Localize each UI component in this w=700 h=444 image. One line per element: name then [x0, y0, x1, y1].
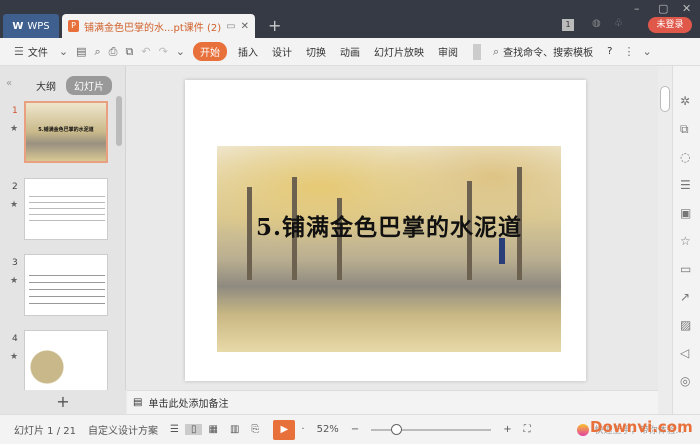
settings-sliders-icon[interactable]: ☰	[680, 178, 691, 192]
image-icon[interactable]: ▨	[680, 318, 691, 332]
close-tab-icon[interactable]: ✕	[241, 21, 249, 32]
undo-icon[interactable]: ↶	[137, 45, 154, 58]
window-count-badge[interactable]: 1	[562, 19, 574, 31]
panel-scrollbar[interactable]	[116, 96, 122, 146]
minimize-icon[interactable]: –	[634, 2, 640, 15]
presenter-view-icon[interactable]: ⎘	[245, 424, 265, 435]
wps-home-tab[interactable]: W WPS	[3, 14, 59, 38]
scrollbar-thumb[interactable]	[660, 86, 670, 112]
shapes-icon[interactable]: ◌	[680, 150, 690, 164]
play-slideshow-button[interactable]: ▶	[273, 419, 296, 440]
tab-overflow[interactable]	[473, 43, 481, 60]
search-icon[interactable]: ⌕	[489, 45, 503, 59]
star-icon: ★	[10, 276, 19, 286]
slide-image[interactable]: 5.铺满金色巴掌的水泥道	[217, 146, 561, 352]
document-tab-label: 铺满金色巴掌的水...pt课件 (2)	[84, 22, 222, 34]
zoom-out-icon[interactable]: −	[345, 424, 365, 435]
tab-design[interactable]: 设计	[265, 44, 299, 59]
picture-frame-icon[interactable]: ▣	[680, 206, 691, 220]
document-tab[interactable]: P 铺满金色巴掌的水...pt课件 (2) ▭ ✕	[62, 14, 255, 38]
notes-toggle-icon[interactable]: ☰	[164, 424, 185, 435]
search-command[interactable]: 查找命令、搜索模板	[503, 44, 600, 59]
tab-transition[interactable]: 切换	[299, 44, 333, 59]
slide-number: 2	[12, 182, 18, 192]
format-painter-icon[interactable]: ⌕	[91, 45, 105, 59]
file-menu[interactable]: 文件	[28, 44, 55, 59]
play-options-icon[interactable]: ·	[295, 424, 310, 435]
share-icon[interactable]: ↗	[680, 290, 690, 304]
slide-number: 4	[12, 334, 18, 344]
notes-placeholder[interactable]: 单击此处添加备注	[148, 395, 228, 410]
slide-thumbnail-2[interactable]	[24, 178, 108, 240]
maximize-icon[interactable]: ▢	[658, 2, 668, 15]
slide-title[interactable]: 5.铺满金色巴掌的水泥道	[217, 208, 561, 242]
new-tab-button[interactable]: +	[268, 16, 281, 35]
help-button[interactable]: ?	[600, 46, 619, 57]
more-icon[interactable]: ⌄	[172, 45, 189, 58]
slide-number: 3	[12, 258, 18, 268]
star-icon[interactable]: ☆	[680, 234, 691, 248]
fit-window-icon[interactable]: ⛶	[518, 424, 537, 435]
toolbar: ☰ 文件 ⌄ ▤ ⌕ ⎙ ⧉ ↶ ↷ ⌄ 开始 插入 设计 切换 动画 幻灯片放…	[0, 38, 700, 66]
print-preview-icon[interactable]: ⧉	[121, 45, 137, 59]
login-button[interactable]: 未登录	[648, 17, 692, 33]
pin-icon[interactable]: ▭	[226, 21, 235, 32]
redo-icon[interactable]: ↷	[155, 45, 172, 58]
vertical-scrollbar[interactable]	[658, 66, 672, 414]
star-icon: ★	[10, 200, 19, 210]
sorter-view-icon[interactable]: ▦	[202, 424, 223, 435]
tab-outline[interactable]: 大纲	[36, 78, 56, 93]
skin-icon[interactable]: ◍	[592, 18, 601, 29]
tab-review[interactable]: 审阅	[431, 44, 465, 59]
thumbnail-title: 5.铺满金色巴掌的水泥道	[38, 127, 94, 133]
watermark: Downvi.com	[590, 418, 693, 436]
magic-icon[interactable]: ✲	[680, 94, 690, 108]
tab-slideshow[interactable]: 幻灯片放映	[367, 44, 431, 59]
slide-number: 1	[12, 106, 18, 116]
zoom-level[interactable]: 52%	[311, 424, 345, 435]
notes-bar[interactable]: ▤ 单击此处添加备注	[127, 390, 658, 414]
wps-logo-icon: W	[12, 20, 24, 32]
more-options-icon[interactable]: ⋮	[619, 45, 638, 58]
slide-position: 幻灯片 1 / 21	[14, 426, 76, 437]
layout-icon[interactable]: ⧉	[680, 122, 689, 137]
wps-label: WPS	[27, 20, 50, 32]
tab-insert[interactable]: 插入	[231, 44, 265, 59]
slide-panel: « 大纲 幻灯片 1 ★ 5.铺满金色巴掌的水泥道 2 ★ 3 ★ 4 ★	[0, 66, 126, 392]
slide-thumbnail-1[interactable]: 5.铺满金色巴掌的水泥道	[24, 101, 108, 163]
speaker-icon[interactable]: ◁	[680, 346, 689, 360]
ppt-file-icon: P	[68, 20, 79, 32]
slide-thumbnail-4[interactable]	[24, 330, 108, 392]
tab-start[interactable]: 开始	[193, 42, 227, 61]
help-circle-icon[interactable]: ◎	[680, 374, 690, 388]
tab-slides[interactable]: 幻灯片	[66, 76, 112, 95]
chevron-down-icon[interactable]: ⌄	[55, 45, 72, 58]
star-icon: ★	[10, 124, 19, 134]
reading-view-icon[interactable]: ▥	[224, 424, 245, 435]
zoom-in-icon[interactable]: +	[497, 424, 517, 435]
shirt-icon[interactable]: ♧	[614, 18, 623, 29]
normal-view-icon[interactable]: ▯	[184, 424, 203, 435]
save-icon[interactable]: ▤	[72, 45, 90, 58]
menu-icon[interactable]: ☰	[10, 45, 28, 58]
notes-icon: ▤	[133, 397, 143, 408]
collapse-ribbon-icon[interactable]: ⌄	[638, 45, 655, 58]
tab-animation[interactable]: 动画	[333, 44, 367, 59]
assistant-icon[interactable]	[576, 423, 589, 436]
star-icon: ★	[10, 352, 19, 362]
template-icon[interactable]: ▭	[680, 262, 691, 276]
slide-thumbnail-3[interactable]	[24, 254, 108, 316]
close-window-icon[interactable]: ✕	[682, 2, 691, 15]
zoom-slider-knob[interactable]	[391, 423, 403, 435]
add-slide-button[interactable]: +	[0, 390, 126, 414]
print-icon[interactable]: ⎙	[105, 45, 122, 59]
design-scheme[interactable]: 自定义设计方案	[82, 422, 164, 437]
zoom-slider[interactable]	[371, 423, 492, 435]
right-sidebar: ✲ ⧉ ◌ ☰ ▣ ☆ ▭ ↗ ▨ ◁ ◎	[672, 66, 700, 414]
collapse-panel-icon[interactable]: «	[6, 78, 12, 89]
